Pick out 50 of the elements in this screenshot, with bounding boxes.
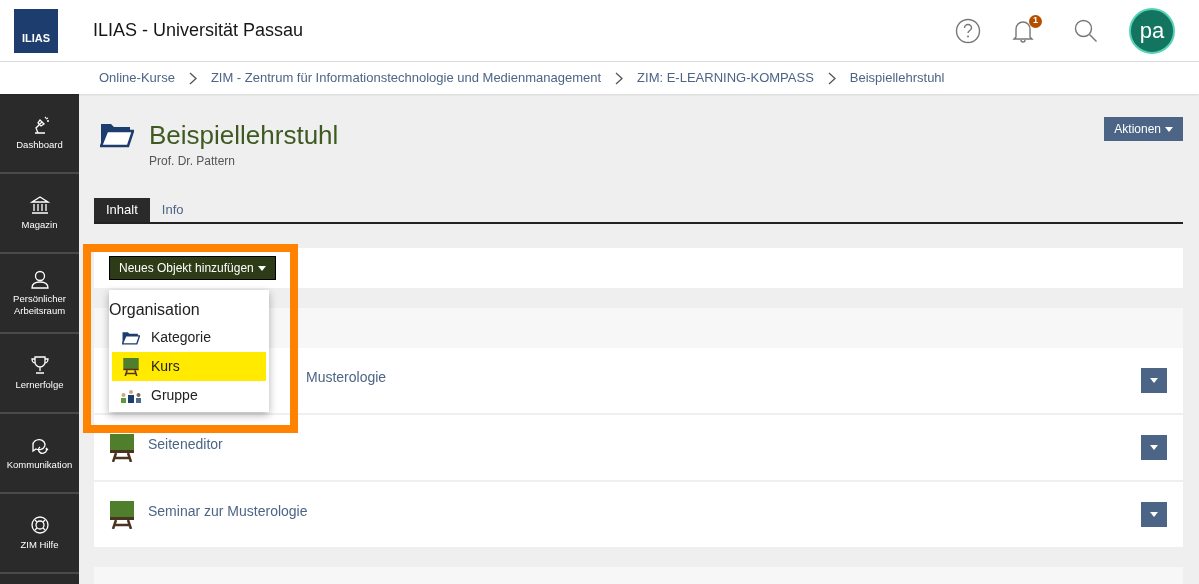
menu-item[interactable]: Gruppe xyxy=(112,381,266,410)
sidebar-item[interactable]: Magazin xyxy=(0,174,79,254)
actions-button[interactable]: Aktionen xyxy=(1104,117,1183,141)
site-title: ILIAS - Universität Passau xyxy=(93,19,304,42)
item-title-link[interactable]: Seminar zur Musterologie xyxy=(148,501,308,522)
sidebar-item[interactable]: Dashboard xyxy=(0,94,79,174)
page-subtitle: Prof. Dr. Pattern xyxy=(149,153,237,170)
item-title-link[interactable]: Musterologie xyxy=(306,367,387,388)
sidebar-item[interactable]: Kommunikation xyxy=(0,414,79,494)
sidebar-item[interactable]: ZIM Hilfe xyxy=(0,494,79,574)
menu-item[interactable]: Kategorie xyxy=(112,323,266,352)
folder-icon xyxy=(122,330,140,345)
item-title-link[interactable]: Seiteneditor xyxy=(148,434,223,455)
caret-icon xyxy=(1150,445,1158,450)
page-title: Beispiellehrstuhl xyxy=(149,120,339,150)
bank-icon xyxy=(29,195,50,215)
folder-icon xyxy=(100,122,134,148)
sidebar-item[interactable]: Persönlicher Arbeitsraum xyxy=(0,254,79,334)
sidebar-item[interactable]: Lernerfolge xyxy=(0,334,79,414)
chevron-right-icon xyxy=(615,71,624,85)
person-icon xyxy=(29,269,50,289)
caret-icon xyxy=(1150,512,1158,517)
add-object-button[interactable]: Neues Objekt hinzufügen xyxy=(109,256,276,280)
breadcrumb-link[interactable]: Online-Kurse xyxy=(99,68,175,88)
menu-item[interactable]: Kurs xyxy=(112,352,266,381)
breadcrumb-link[interactable]: Beispiellehrstuhl xyxy=(849,68,945,88)
caret-icon xyxy=(1150,378,1158,383)
breadcrumb-link[interactable]: ZIM - Zentrum für Informationstechnologie und Medienmanagement xyxy=(210,68,602,88)
trophy-icon xyxy=(29,355,50,375)
easel-board-icon xyxy=(110,500,134,529)
item-actions-button[interactable] xyxy=(1141,502,1167,527)
notification-badge: 1 xyxy=(1029,14,1042,28)
tab[interactable]: Info xyxy=(149,198,196,222)
easel-board-icon xyxy=(122,357,140,376)
search-icon[interactable] xyxy=(1073,17,1099,44)
chevron-right-icon xyxy=(827,71,836,85)
caret-icon xyxy=(257,265,266,271)
menu-heading: Organisation xyxy=(109,300,201,320)
lifebuoy-icon xyxy=(29,515,50,535)
help-icon[interactable] xyxy=(955,17,981,44)
tab[interactable]: Inhalt xyxy=(94,198,150,222)
item-actions-button[interactable] xyxy=(1141,368,1167,393)
chevron-right-icon xyxy=(188,71,197,85)
user-avatar[interactable]: pa xyxy=(1129,7,1175,54)
caret-icon xyxy=(1165,126,1173,132)
item-actions-button[interactable] xyxy=(1141,435,1167,460)
breadcrumb-link[interactable]: ZIM: E-LEARNING-KOMPASS xyxy=(637,68,814,88)
easel-board-icon xyxy=(110,433,134,462)
logo: ILIAS xyxy=(14,8,58,53)
group-icon xyxy=(120,388,142,403)
